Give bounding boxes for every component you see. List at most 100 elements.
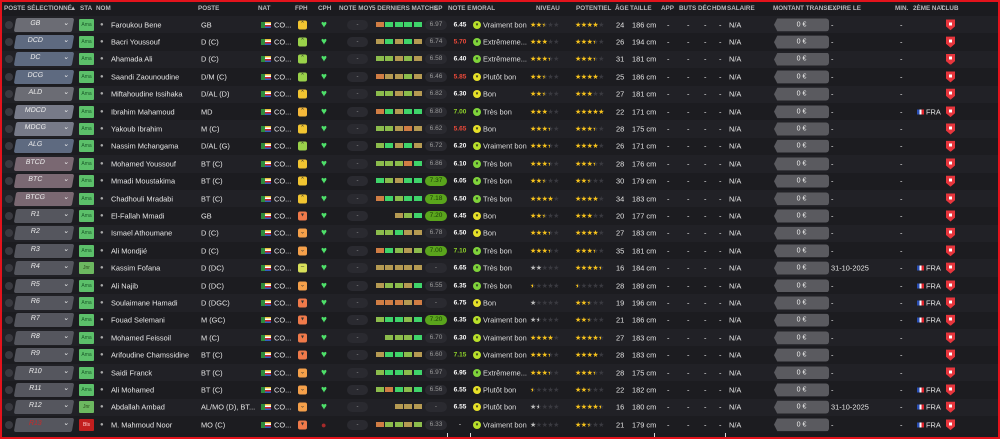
- select-checkbox[interactable]: [5, 351, 13, 360]
- transfer-amount-tag[interactable]: 0 €: [774, 209, 829, 223]
- table-row[interactable]: DCG ⌄ Ama ● Saandi Zaounoudine D/M (C) CO... ⌃ ♥…: [2, 68, 998, 86]
- club-crest-icon[interactable]: [946, 262, 955, 274]
- select-checkbox[interactable]: [5, 298, 13, 307]
- player-name[interactable]: Ali Najib: [111, 281, 138, 290]
- club-crest-icon[interactable]: [946, 193, 955, 205]
- table-row[interactable]: ALG ⌄ Ama ● Nassim Mchangama D/AL (G) CO... ⌃ ♥ -…: [2, 137, 998, 156]
- position-dropdown[interactable]: R4 ⌄: [13, 261, 75, 276]
- club-crest-icon[interactable]: [946, 71, 955, 83]
- position-dropdown[interactable]: BTCD ⌄: [13, 156, 75, 171]
- table-row[interactable]: BTC ⌄ Ama ● Mmadi Moustakima BT (C) CO... ⌃ ♥ - 7.…: [2, 172, 998, 190]
- select-checkbox[interactable]: [5, 264, 13, 273]
- player-name[interactable]: Arifoudine Chamssidine: [111, 351, 189, 360]
- player-name[interactable]: Ibrahim Mahamoud: [111, 107, 175, 116]
- col-buts[interactable]: BUTS: [679, 5, 696, 12]
- player-name[interactable]: Fouad Selemani: [111, 316, 165, 325]
- select-checkbox[interactable]: [5, 420, 13, 429]
- position-dropdown[interactable]: DCG ⌄: [13, 69, 75, 84]
- col-age[interactable]: ÂGE: [615, 5, 629, 12]
- col-club[interactable]: CLUB: [941, 5, 959, 12]
- club-crest-icon[interactable]: [946, 297, 955, 309]
- player-name[interactable]: Ali Mondjié: [111, 246, 147, 255]
- player-name[interactable]: Kassim Fofana: [111, 264, 160, 273]
- player-name[interactable]: Mmadi Moustakima: [111, 177, 175, 186]
- select-checkbox[interactable]: [5, 55, 13, 64]
- table-row[interactable]: MDCD ⌄ Ama ● Ibrahim Mahamoud MD CO... ⌃ ♥ - 6.80 7…: [2, 102, 998, 121]
- select-checkbox[interactable]: [5, 72, 13, 81]
- col-poste-selectionne[interactable]: POSTE SÉLECTIONNÉ: [4, 5, 72, 12]
- position-dropdown[interactable]: R7 ⌄: [13, 313, 75, 328]
- transfer-amount-tag[interactable]: 0 €: [774, 418, 829, 432]
- table-row[interactable]: R10 ⌄ Ama ● Saidi Franck BT (C) CO... ⌄ ♥ - 6.97 6.…: [2, 363, 998, 382]
- club-crest-icon[interactable]: [946, 314, 955, 326]
- col-expire[interactable]: EXPIRE LE: [828, 5, 861, 12]
- col-min[interactable]: MIN.: [895, 5, 908, 12]
- select-checkbox[interactable]: [5, 194, 13, 203]
- transfer-amount-tag[interactable]: 0 €: [774, 244, 829, 258]
- select-checkbox[interactable]: [5, 125, 13, 134]
- position-dropdown[interactable]: R11 ⌄: [13, 382, 75, 397]
- table-row[interactable]: BTCG ⌄ Ama ● Chadhouli Mradabi BT (C) CO... ⌃ ♥ -…: [2, 189, 998, 208]
- player-name[interactable]: Ahamada Ali: [111, 55, 153, 64]
- select-checkbox[interactable]: [5, 403, 13, 412]
- player-name[interactable]: Saidi Franck: [111, 368, 152, 377]
- select-checkbox[interactable]: [5, 316, 13, 325]
- select-checkbox[interactable]: [5, 211, 13, 220]
- table-row[interactable]: MDCG ⌄ Ama ● Yakoub Ibrahim M (C) CO... ⌃ ♥ - 6.62…: [2, 120, 998, 138]
- position-dropdown[interactable]: MDCD ⌄: [13, 104, 75, 119]
- club-crest-icon[interactable]: [946, 19, 955, 31]
- col-note-e[interactable]: NOTE E: [448, 5, 471, 12]
- transfer-amount-tag[interactable]: 0 €: [774, 105, 829, 119]
- col-cph[interactable]: CPH: [318, 5, 331, 12]
- select-checkbox[interactable]: [5, 142, 13, 151]
- col-hdm[interactable]: HDM: [712, 5, 726, 12]
- transfer-amount-tag[interactable]: 0 €: [774, 226, 829, 240]
- table-row[interactable]: R5 ⌄ Ama ● Ali Najib D (DC) CO... ⌄ ♥ - 6.55 6.35 ▾ T…: [2, 276, 998, 295]
- col-montant[interactable]: MONTANT TRANSF...: [773, 5, 836, 12]
- select-checkbox[interactable]: [5, 333, 13, 342]
- club-crest-icon[interactable]: [946, 280, 955, 292]
- col-niveau[interactable]: NIVEAU: [536, 5, 560, 12]
- position-dropdown[interactable]: R3 ⌄: [13, 243, 75, 258]
- club-crest-icon[interactable]: [946, 419, 955, 431]
- transfer-amount-tag[interactable]: 0 €: [774, 261, 829, 275]
- table-row[interactable]: R9 ⌄ Ama ● Arifoudine Chamssidine BT (C) CO...…: [2, 346, 998, 364]
- position-dropdown[interactable]: BTCG ⌄: [13, 191, 75, 206]
- position-dropdown[interactable]: GB ⌄: [13, 17, 75, 32]
- table-row[interactable]: R7 ⌄ Ama ● Fouad Selemani M (GC) CO... ▾ ♥ - 7.20 6…: [2, 311, 998, 330]
- player-name[interactable]: Nassim Mchangama: [111, 142, 178, 151]
- col-potentiel[interactable]: POTENTIEL: [576, 5, 611, 12]
- col-sta[interactable]: STA: [80, 5, 92, 12]
- position-dropdown[interactable]: DC ⌄: [13, 52, 75, 67]
- table-row[interactable]: BTCD ⌄ Ama ● Mohamed Youssouf BT (C) CO... ⌃ ♥ - 6…: [2, 155, 998, 173]
- position-dropdown[interactable]: MDCG ⌄: [13, 122, 75, 137]
- player-name[interactable]: Mohamed Youssouf: [111, 159, 176, 168]
- col-nom[interactable]: NOM: [96, 5, 111, 12]
- transfer-amount-tag[interactable]: 0 €: [774, 70, 829, 84]
- transfer-amount-tag[interactable]: 0 €: [774, 18, 829, 32]
- player-name[interactable]: Soulaimane Hamadi: [111, 298, 178, 307]
- position-dropdown[interactable]: R5 ⌄: [13, 278, 75, 293]
- col-ep[interactable]: EP: [434, 5, 442, 12]
- col-2eme-nat[interactable]: 2ÈME NAT: [913, 5, 944, 12]
- col-5-derniers[interactable]: 5 DERNIERS MATCHS: [372, 5, 438, 12]
- col-fph[interactable]: FPH: [295, 5, 308, 12]
- select-checkbox[interactable]: [5, 20, 13, 29]
- position-dropdown[interactable]: ALD ⌄: [13, 87, 75, 102]
- club-crest-icon[interactable]: [946, 158, 955, 170]
- club-crest-icon[interactable]: [946, 227, 955, 239]
- club-crest-icon[interactable]: [946, 123, 955, 135]
- player-name[interactable]: Miftahoudine Issihaka: [111, 90, 183, 99]
- player-name[interactable]: Chadhouli Mradabi: [111, 194, 173, 203]
- transfer-amount-tag[interactable]: 0 €: [774, 279, 829, 293]
- transfer-amount-tag[interactable]: 0 €: [774, 348, 829, 362]
- transfer-amount-tag[interactable]: 0 €: [774, 400, 829, 414]
- col-note-moy[interactable]: NOTE MOY: [339, 5, 373, 12]
- col-poste[interactable]: POSTE: [198, 5, 219, 12]
- transfer-amount-tag[interactable]: 0 €: [774, 192, 829, 206]
- club-crest-icon[interactable]: [946, 88, 955, 100]
- transfer-amount-tag[interactable]: 0 €: [774, 157, 829, 171]
- table-row[interactable]: GB ⌄ Ama ● Faroukou Bene GB CO... ⌃ ♥ - 6.97 6.45 ▾ V…: [2, 16, 998, 34]
- col-salaire[interactable]: SALAIRE: [727, 5, 755, 12]
- select-checkbox[interactable]: [5, 246, 13, 255]
